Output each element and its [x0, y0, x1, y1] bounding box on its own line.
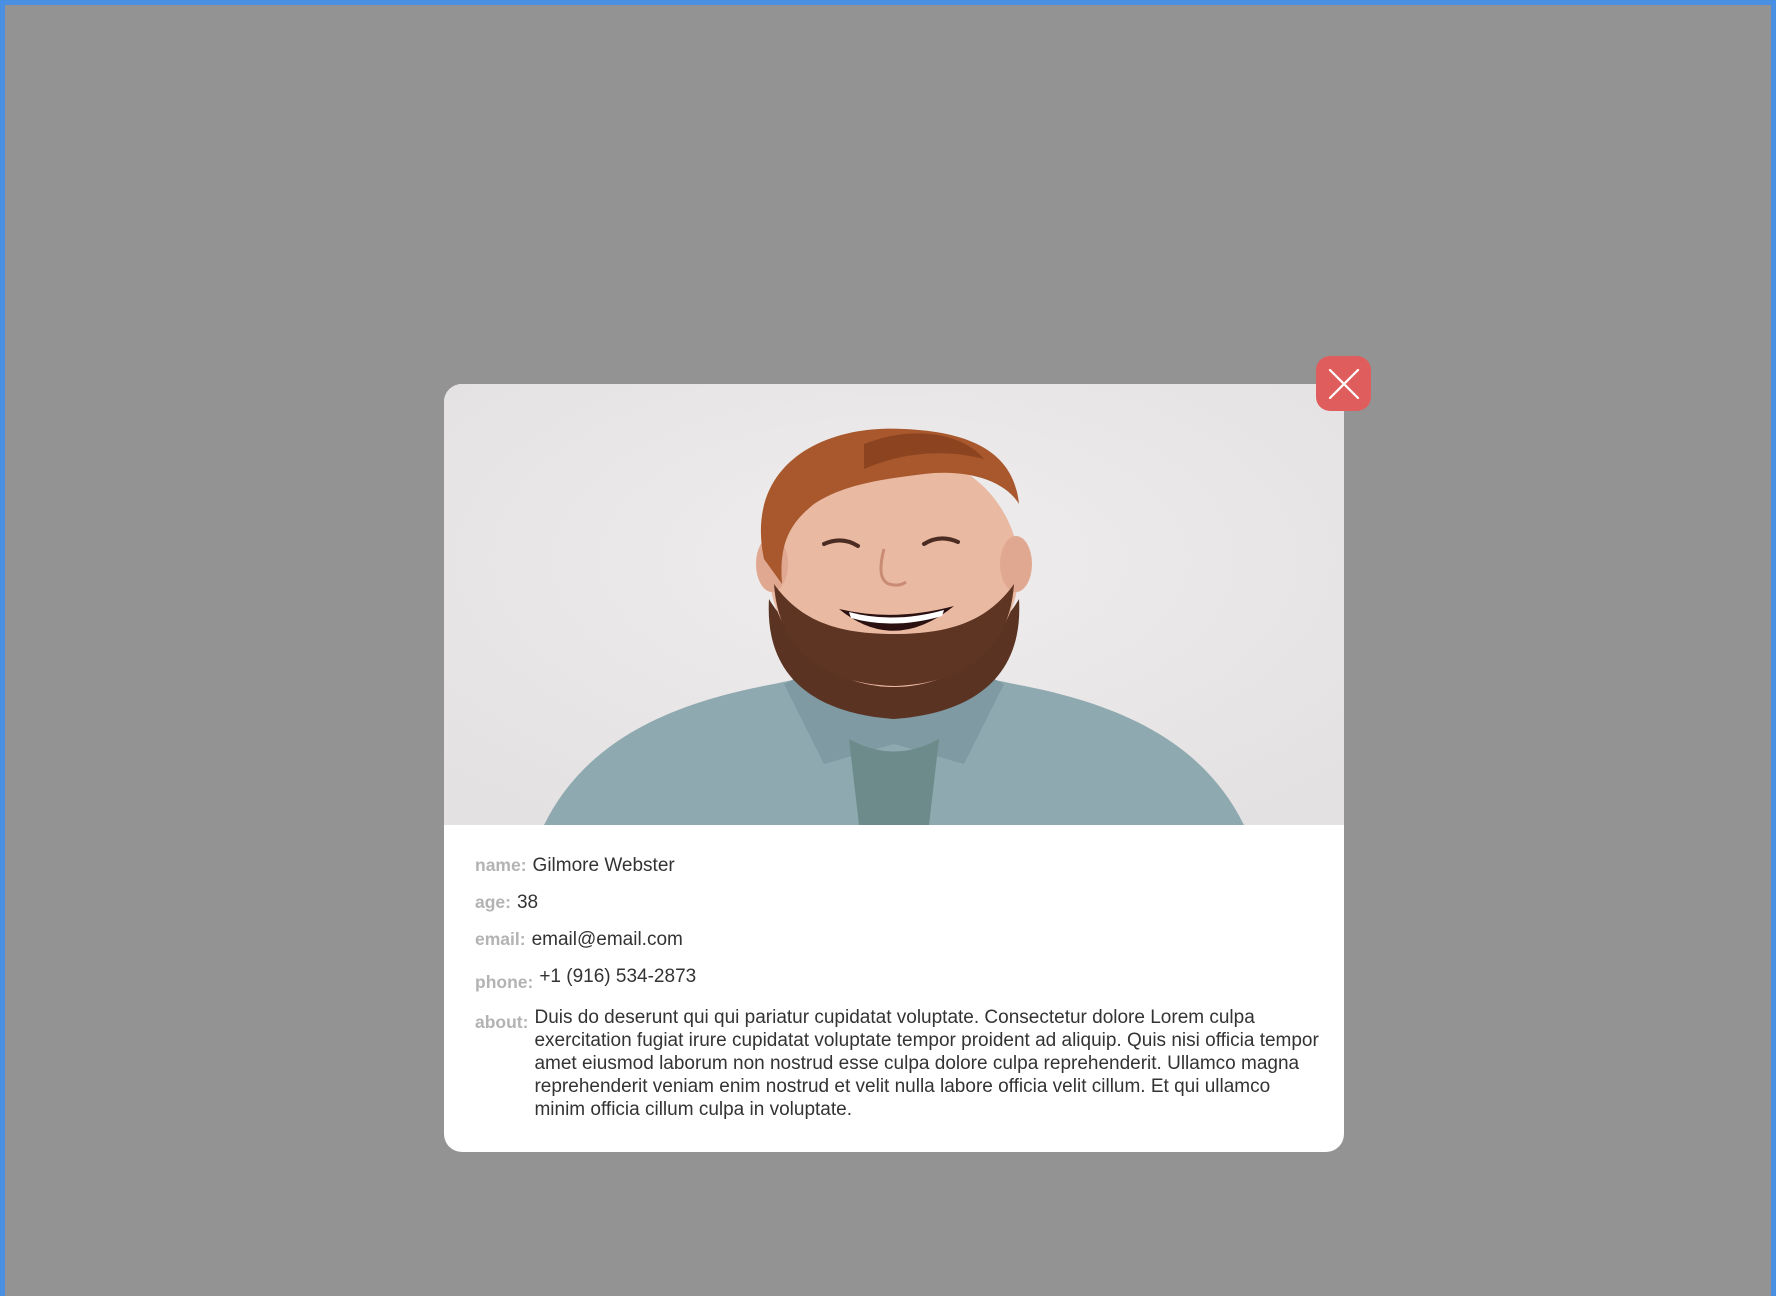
- age-row: age: 38: [475, 891, 538, 914]
- about-value: Duis do deserunt qui qui pariatur cupida…: [534, 1007, 1319, 1120]
- modal-overlay[interactable]: name: Gilmore Webster age: 38 email: ema…: [0, 0, 1776, 1296]
- email-row: email: email@email.com: [475, 928, 683, 951]
- name-label: name:: [475, 855, 527, 875]
- close-icon: [1328, 368, 1359, 399]
- profile-photo: [444, 384, 1344, 825]
- phone-value: +1 (916) 534-2873: [539, 966, 697, 987]
- about-label: about:: [475, 1012, 529, 1032]
- name-row: name: Gilmore Webster: [475, 854, 675, 877]
- close-button[interactable]: [1316, 356, 1371, 411]
- about-row: about: Duis do deserunt qui qui pariatur…: [475, 1006, 1324, 1121]
- profile-modal: name: Gilmore Webster age: 38 email: ema…: [444, 384, 1344, 1152]
- email-label: email:: [475, 929, 526, 949]
- email-value: email@email.com: [531, 929, 683, 950]
- person-photo-icon: [444, 384, 1344, 825]
- age-label: age:: [475, 892, 511, 912]
- name-value: Gilmore Webster: [532, 855, 675, 876]
- age-value: 38: [516, 892, 539, 913]
- phone-label: phone:: [475, 972, 534, 992]
- phone-row: phone: +1 (916) 534-2873: [475, 965, 697, 992]
